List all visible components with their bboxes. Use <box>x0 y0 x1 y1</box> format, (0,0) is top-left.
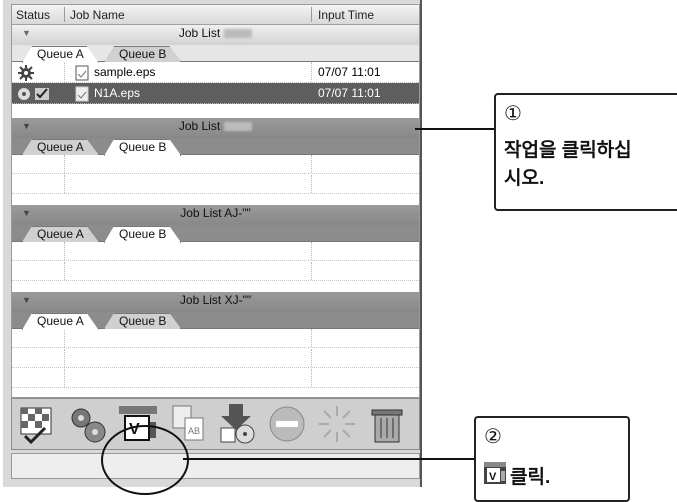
tab-queue-a[interactable]: Queue A <box>22 46 99 63</box>
column-header: Status Job Name Input Time <box>12 5 419 25</box>
gear-status-icon <box>18 62 34 82</box>
toolbar: V AB <box>11 398 420 450</box>
redacted-printer-name <box>224 122 253 132</box>
starburst-icon[interactable] <box>315 402 361 446</box>
tab-queue-a[interactable]: Queue A <box>22 313 99 330</box>
callout-1-text-line2: 시오. <box>504 168 545 189</box>
job-input-time: 07/07 11:01 <box>318 86 381 100</box>
redacted-printer-name <box>224 29 253 39</box>
tab-queue-b[interactable]: Queue B <box>104 46 181 62</box>
highlight-circle <box>101 425 189 495</box>
collapse-triangle-icon[interactable]: ▼ <box>22 25 31 42</box>
callout-1-number: ① <box>504 103 522 125</box>
stop-icon[interactable] <box>265 402 311 446</box>
job-name: N1A.eps <box>94 86 141 100</box>
tab-queue-a[interactable]: Queue A <box>22 139 99 155</box>
svg-text:AB: AB <box>188 426 200 436</box>
verify-status-icon <box>34 83 50 103</box>
collapse-triangle-icon[interactable]: ▼ <box>22 118 31 135</box>
tab-queue-a[interactable]: Queue A <box>22 226 99 242</box>
column-job-name[interactable]: Job Name <box>70 8 125 22</box>
job-list-2-header[interactable]: ▼ Job List <box>12 118 419 138</box>
tab-queue-b[interactable]: Queue B <box>104 139 181 156</box>
job-list-4-header[interactable]: ▼ Job List XJ-"" <box>12 292 419 312</box>
tab-queue-b[interactable]: Queue B <box>104 313 181 329</box>
job-name: sample.eps <box>94 65 156 79</box>
job-row[interactable]: sample.eps 07/07 11:01 <box>12 62 419 83</box>
download-disk-icon[interactable] <box>215 402 261 446</box>
svg-text:V: V <box>489 471 497 483</box>
job-list-1-tabs: Queue A Queue B <box>12 45 419 62</box>
job-list-2-tabs: Queue A Queue B <box>12 138 419 155</box>
callout-2-number: ② <box>484 426 502 448</box>
job-list-4-tabs: Queue A Queue B <box>12 312 419 329</box>
callout-2: ② V 클릭. <box>474 416 630 502</box>
callout-1-text-line1: 작업을 클릭하십 <box>504 140 632 161</box>
job-list-1-header[interactable]: ▼ Job List <box>12 25 419 45</box>
callout-1-line <box>415 128 495 130</box>
callout-2-text: 클릭. <box>510 467 551 488</box>
job-input-time: 07/07 11:01 <box>318 65 381 79</box>
trash-icon[interactable] <box>365 402 411 446</box>
eps-file-icon <box>74 83 90 103</box>
job-list-window: Status Job Name Input Time ▼ Job List Qu… <box>3 0 422 487</box>
print-verify-icon: V <box>484 462 506 484</box>
job-row-selected[interactable]: N1A.eps 07/07 11:01 <box>12 83 419 104</box>
column-status[interactable]: Status <box>16 8 50 22</box>
collapse-triangle-icon[interactable]: ▼ <box>22 205 31 222</box>
tab-queue-b[interactable]: Queue B <box>104 226 181 243</box>
column-input-time[interactable]: Input Time <box>318 8 374 22</box>
eps-file-icon <box>74 62 90 82</box>
job-list-panel: Status Job Name Input Time ▼ Job List Qu… <box>11 4 420 398</box>
job-list-3-tabs: Queue A Queue B <box>12 225 419 242</box>
gears-icon[interactable] <box>65 402 111 446</box>
status-bar <box>11 453 420 479</box>
job-list-3-header[interactable]: ▼ Job List AJ-"" <box>12 205 419 225</box>
callout-2-line <box>183 458 475 460</box>
gear-status-icon <box>16 83 32 103</box>
checkered-flag-icon[interactable] <box>15 402 61 446</box>
collapse-triangle-icon[interactable]: ▼ <box>22 292 31 309</box>
callout-1: ① 작업을 클릭하십 시오. <box>494 93 677 211</box>
